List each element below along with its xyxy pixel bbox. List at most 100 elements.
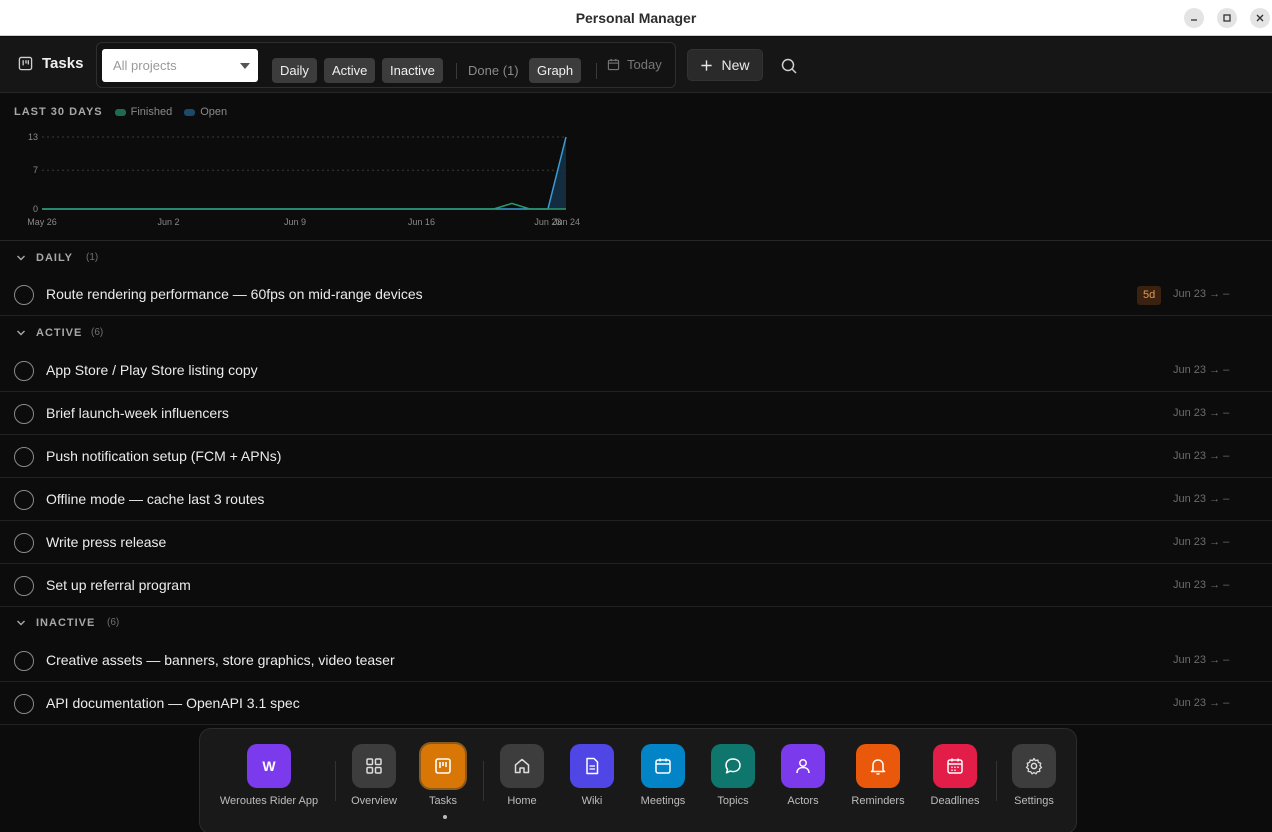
dock-app-weroutes[interactable]: W Weroutes Rider App xyxy=(220,744,318,820)
section-count: (1) xyxy=(86,252,99,263)
maximize-icon xyxy=(1223,14,1231,22)
task-row[interactable]: Route rendering performance — 60fps on m… xyxy=(0,273,1272,316)
app-dock: W Weroutes Rider App Overview Tasks Home… xyxy=(199,728,1077,832)
task-row[interactable]: Offline mode — cache last 3 routes Jun 2… xyxy=(0,478,1272,521)
legend-swatch xyxy=(114,108,126,116)
kanban-icon xyxy=(18,56,33,71)
close-icon xyxy=(1256,14,1264,22)
search-icon[interactable] xyxy=(779,56,799,76)
page-title-label: Tasks xyxy=(42,55,84,72)
divider xyxy=(596,63,597,79)
task-row[interactable]: Set up referral program Jun 23 → – xyxy=(0,564,1272,607)
task-checkbox[interactable] xyxy=(14,533,34,553)
section-name: DAILY xyxy=(36,252,73,264)
task-checkbox[interactable] xyxy=(14,404,34,424)
x-tick-label: Jun 2 xyxy=(157,217,179,227)
task-row[interactable]: API documentation — OpenAPI 3.1 spec Jun… xyxy=(0,682,1272,725)
today-button[interactable]: Today xyxy=(607,52,662,77)
close-button[interactable] xyxy=(1250,8,1270,28)
dock-app-wiki[interactable]: Wiki xyxy=(570,744,614,820)
calendar-grid-icon xyxy=(933,744,977,788)
task-date: Jun 23 → – xyxy=(1173,536,1230,548)
calendar-icon xyxy=(607,58,620,71)
task-checkbox[interactable] xyxy=(14,361,34,381)
task-row[interactable]: Write press release Jun 23 → – xyxy=(0,521,1272,564)
task-title: Route rendering performance — 60fps on m… xyxy=(46,286,423,302)
dock-label: Settings xyxy=(1014,795,1054,807)
x-tick-label: Jun 9 xyxy=(284,217,306,227)
new-task-label: New xyxy=(721,57,750,73)
task-title: Set up referral program xyxy=(46,577,191,593)
chevron-down-icon xyxy=(240,63,250,69)
legend-finished: Finished xyxy=(114,106,172,118)
task-checkbox[interactable] xyxy=(14,576,34,596)
today-label: Today xyxy=(627,57,662,72)
dock-app-home[interactable]: Home xyxy=(500,744,544,820)
bell-icon xyxy=(856,744,900,788)
task-date: Jun 23 → – xyxy=(1173,364,1230,376)
chevron-down-icon xyxy=(17,330,25,336)
x-tick-label: Jun 16 xyxy=(408,217,435,227)
dock-app-reminders[interactable]: Reminders xyxy=(851,744,905,820)
legend-swatch xyxy=(184,108,196,116)
minimize-icon xyxy=(1191,19,1197,21)
kanban-icon xyxy=(421,744,465,788)
user-icon xyxy=(781,744,825,788)
dock-app-settings[interactable]: Settings xyxy=(1012,744,1056,820)
section-count: (6) xyxy=(107,617,120,628)
task-row[interactable]: App Store / Play Store listing copy Jun … xyxy=(0,349,1272,392)
filter-done[interactable]: Done (1) xyxy=(460,58,527,83)
maximize-button[interactable] xyxy=(1217,8,1237,28)
task-checkbox[interactable] xyxy=(14,285,34,305)
active-indicator xyxy=(443,815,447,819)
task-checkbox[interactable] xyxy=(14,694,34,714)
task-title: Offline mode — cache last 3 routes xyxy=(46,491,265,507)
task-row[interactable]: Push notification setup (FCM + APNs) Jun… xyxy=(0,435,1272,478)
dock-app-tasks[interactable]: Tasks xyxy=(421,744,465,820)
divider xyxy=(456,63,457,79)
open-series-line xyxy=(42,136,567,210)
filter-active[interactable]: Active xyxy=(324,58,376,83)
section-header-daily[interactable]: DAILY (1) xyxy=(0,243,1272,273)
task-row[interactable]: Brief launch-week influencers Jun 23 → – xyxy=(0,392,1272,435)
dock-app-overview[interactable]: Overview xyxy=(351,744,397,820)
avatar-letter: W xyxy=(262,758,276,774)
section-header-inactive[interactable]: INACTIVE (6) xyxy=(0,608,1272,638)
task-checkbox[interactable] xyxy=(14,490,34,510)
task-row[interactable]: Creative assets — banners, store graphic… xyxy=(0,639,1272,682)
project-select-placeholder: All projects xyxy=(113,58,177,73)
calendar-icon xyxy=(641,744,685,788)
new-task-button[interactable]: New xyxy=(687,49,763,81)
x-tick-label: Jun 24 xyxy=(553,217,580,227)
minimize-button[interactable] xyxy=(1184,8,1204,28)
finished-series-line xyxy=(42,202,566,210)
graph-header: LAST 30 DAYS Finished Open xyxy=(14,106,227,118)
window-titlebar: Personal Manager xyxy=(0,0,1272,36)
dock-app-deadlines[interactable]: Deadlines xyxy=(931,744,979,820)
dock-app-topics[interactable]: Topics xyxy=(711,744,755,820)
task-checkbox[interactable] xyxy=(14,447,34,467)
task-date: Jun 23 → – xyxy=(1173,450,1230,462)
grid-icon xyxy=(352,744,396,788)
task-date: Jun 23 → – xyxy=(1173,579,1230,591)
filter-graph[interactable]: Graph xyxy=(529,58,582,83)
legend-open: Open xyxy=(184,106,227,118)
task-checkbox[interactable] xyxy=(14,651,34,671)
task-title: API documentation — OpenAPI 3.1 spec xyxy=(46,695,300,711)
task-date: Jun 23 → – xyxy=(1173,697,1230,709)
filter-inactive[interactable]: Inactive xyxy=(382,58,443,83)
task-date: Jun 23 → – xyxy=(1173,654,1230,666)
task-title: Push notification setup (FCM + APNs) xyxy=(46,448,282,464)
dock-app-actors[interactable]: Actors xyxy=(781,744,825,820)
section-header-active[interactable]: ACTIVE (6) xyxy=(0,318,1272,348)
dock-app-meetings[interactable]: Meetings xyxy=(641,744,685,820)
task-date: Jun 23 → – xyxy=(1173,493,1230,505)
project-select[interactable]: All projects xyxy=(102,49,258,82)
tasks-toolbar: Tasks All projects Daily Active Inactive… xyxy=(0,37,1272,93)
task-title: Creative assets — banners, store graphic… xyxy=(46,652,395,668)
task-title: App Store / Play Store listing copy xyxy=(46,362,258,378)
section-name: INACTIVE xyxy=(36,617,96,629)
filter-daily[interactable]: Daily xyxy=(272,58,317,83)
open-area xyxy=(42,137,566,209)
project-avatar: W xyxy=(247,744,291,788)
